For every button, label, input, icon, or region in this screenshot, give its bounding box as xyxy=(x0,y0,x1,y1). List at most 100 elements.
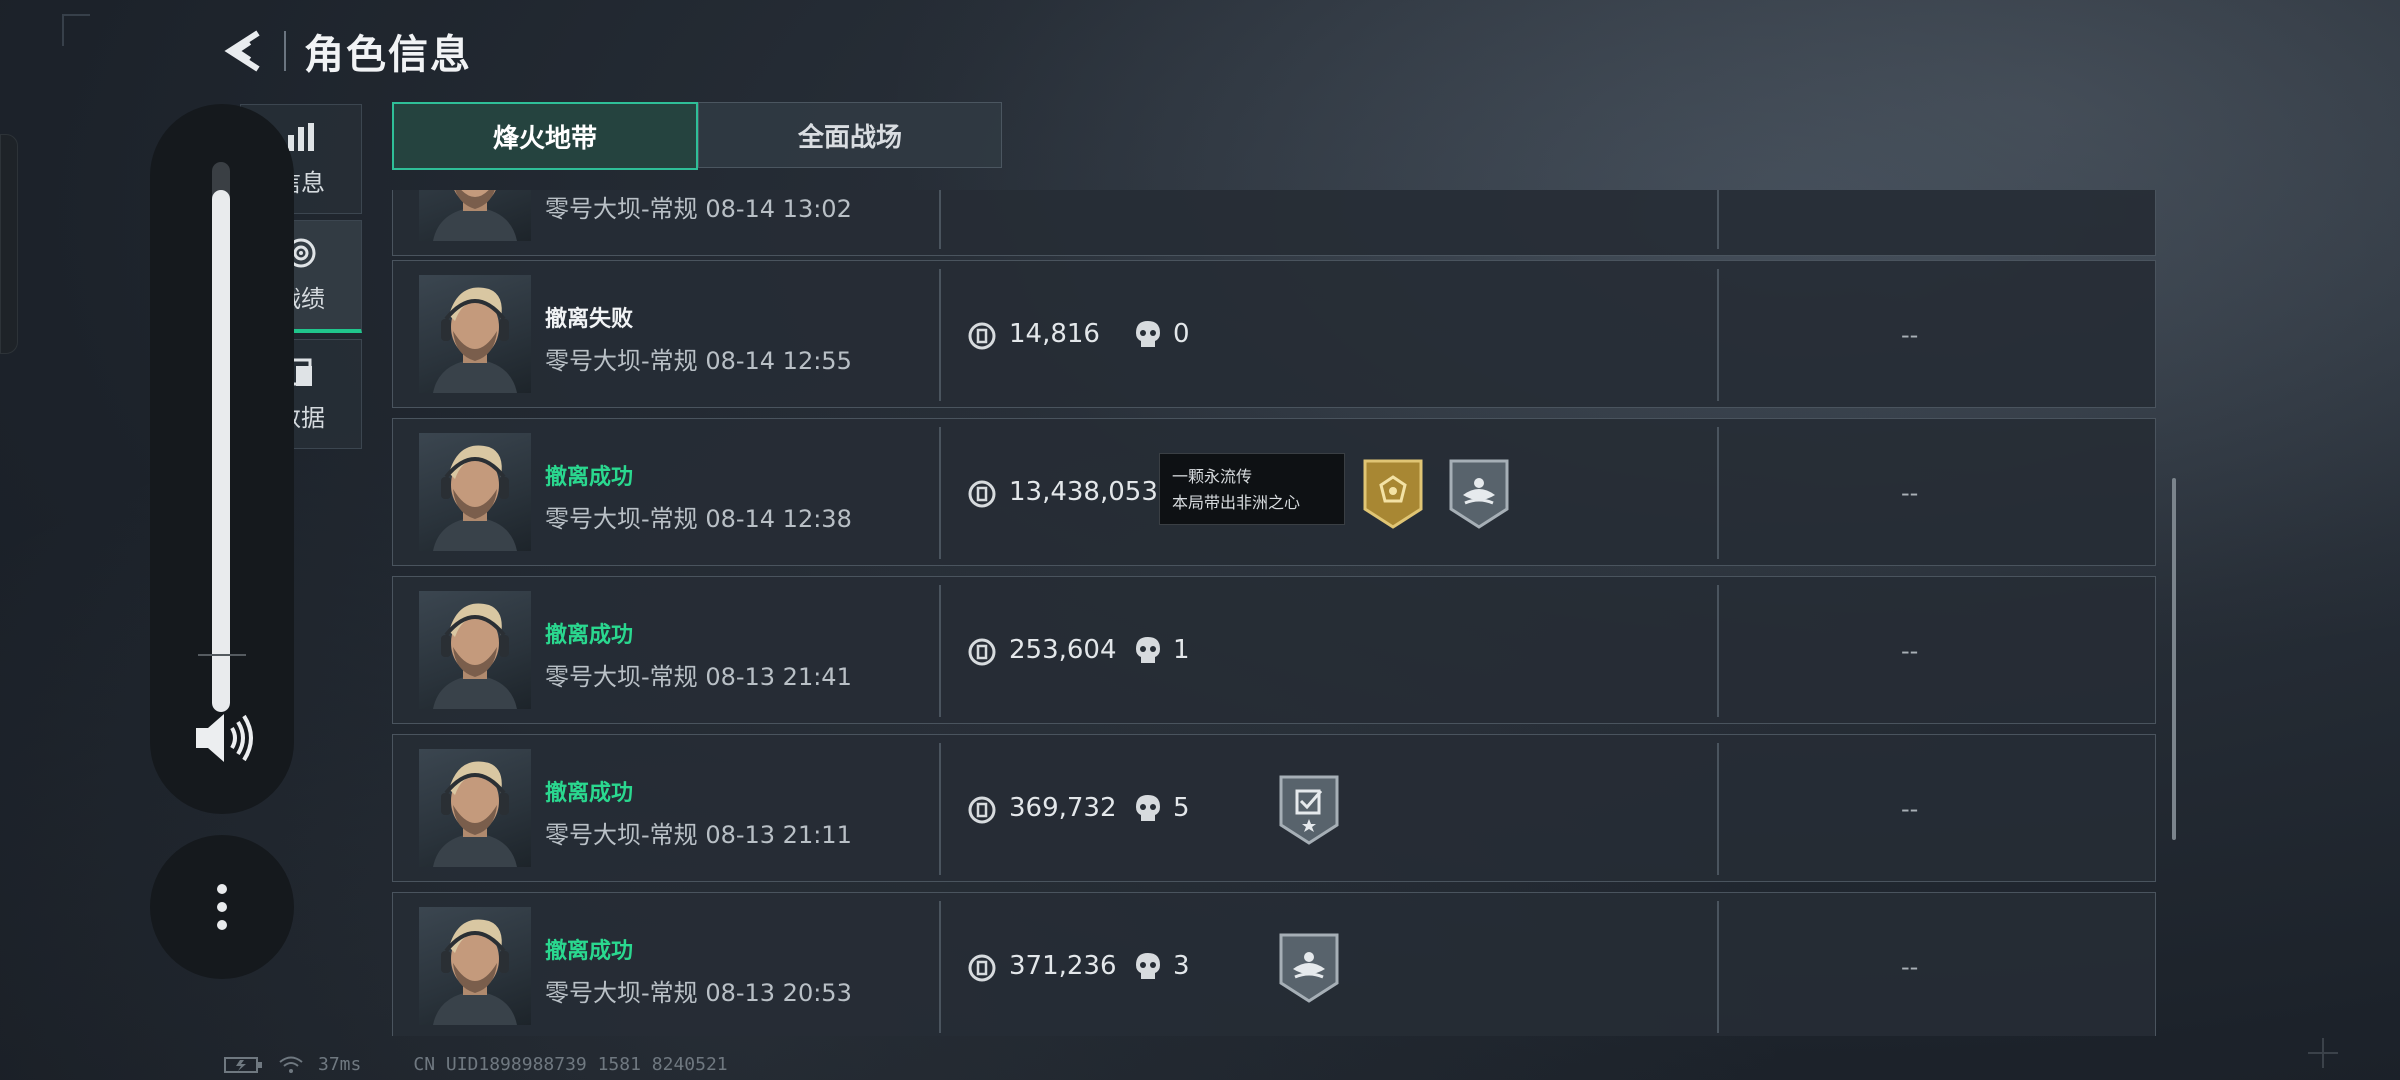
dot-icon xyxy=(217,920,227,930)
column-divider xyxy=(939,585,941,717)
result-placeholder: -- xyxy=(1901,953,1919,981)
column-divider xyxy=(939,190,941,249)
status-footer: 37ms CN UID1898988739 1581 8240521 xyxy=(224,1054,728,1075)
page-header: 角色信息 xyxy=(222,22,472,80)
avatar xyxy=(419,190,531,241)
ping-text: 37ms xyxy=(318,1054,362,1075)
coin-icon xyxy=(968,322,996,350)
operator-portrait-icon xyxy=(433,287,517,393)
speaker-icon[interactable] xyxy=(186,702,258,774)
volume-divider xyxy=(198,654,246,656)
silver-rescue-badge-icon[interactable] xyxy=(1447,457,1511,531)
map-and-time: 零号大坝-常规 08-13 21:11 xyxy=(545,815,852,850)
extract-status: 撤离失败 xyxy=(545,307,634,332)
result-placeholder: -- xyxy=(1901,795,1919,823)
operator-portrait-icon xyxy=(433,603,517,709)
operator-portrait-icon xyxy=(433,445,517,551)
map-name: 零号大坝-常规 xyxy=(545,979,698,1007)
extract-status: 撤离成功 xyxy=(545,623,634,648)
record-row[interactable]: 撤离失败 零号大坝-常规 08-14 12:55 14,816 0 -- xyxy=(392,260,2156,408)
plus-icon xyxy=(2308,1038,2338,1068)
operator-portrait-icon xyxy=(433,919,517,1025)
tab-beacon-zone[interactable]: 烽火地带 xyxy=(392,102,698,170)
value-amount: 369,732 xyxy=(1009,793,1117,823)
match-time: 08-14 13:02 xyxy=(705,195,852,223)
silver-task-badge-icon[interactable] xyxy=(1277,773,1341,847)
edge-panel-handle[interactable] xyxy=(0,134,18,354)
coin-icon xyxy=(968,480,996,508)
avatar xyxy=(419,591,531,709)
bar-chart-icon xyxy=(288,122,314,151)
match-time: 08-14 12:55 xyxy=(705,347,852,375)
gold-heart-badge-icon[interactable] xyxy=(1361,457,1425,531)
map-and-time: 零号大坝-常规 08-13 21:41 xyxy=(545,657,852,692)
skull-icon xyxy=(1136,321,1160,347)
column-divider xyxy=(1717,269,1719,401)
result-placeholder: -- xyxy=(1901,637,1919,665)
match-time: 08-13 21:41 xyxy=(705,663,852,691)
battery-icon xyxy=(224,1056,262,1073)
avatar xyxy=(419,275,531,393)
map-and-time: 零号大坝-常规 08-14 12:55 xyxy=(545,341,852,376)
value-amount: 13,438,053 xyxy=(1009,477,1158,507)
record-row[interactable]: 撤离成功零号大坝-常规 08-13 21:41 253,604 1 -- xyxy=(392,576,2156,724)
coin-icon xyxy=(968,954,996,982)
dot-icon xyxy=(217,884,227,894)
volume-panel xyxy=(150,104,294,814)
match-time: 08-13 21:11 xyxy=(705,821,852,849)
kill-count: 5 xyxy=(1173,793,1190,823)
column-divider xyxy=(1717,585,1719,717)
more-options-button[interactable] xyxy=(150,835,294,979)
coin-icon xyxy=(968,638,996,666)
column-divider xyxy=(1717,190,1719,249)
kill-count: 1 xyxy=(1173,635,1190,665)
map-name: 零号大坝-常规 xyxy=(545,505,698,533)
operator-portrait-icon xyxy=(433,761,517,867)
column-divider xyxy=(939,743,941,875)
map-name: 零号大坝-常规 xyxy=(545,663,698,691)
extract-status: 撤离成功 xyxy=(545,465,634,490)
volume-slider-fill xyxy=(212,189,230,712)
tab-full-battlefield[interactable]: 全面战场 xyxy=(698,102,1002,168)
skull-icon xyxy=(1136,637,1160,663)
list-scrollbar[interactable] xyxy=(2172,478,2176,840)
record-row[interactable]: 撤离成功零号大坝-常规 08-14 12:38 13,438,053 一颗永流传 本局… xyxy=(392,418,2156,566)
skull-icon xyxy=(1136,795,1160,821)
extract-status: 撤离成功 xyxy=(545,781,634,806)
record-row[interactable]: 零号大坝-常规 08-14 13:02 xyxy=(392,190,2156,256)
column-divider xyxy=(939,901,941,1033)
avatar xyxy=(419,907,531,1025)
extract-status: 撤离成功 xyxy=(545,939,634,964)
page-title: 角色信息 xyxy=(304,32,472,78)
value-amount: 14,816 xyxy=(1009,319,1100,349)
column-divider xyxy=(1717,901,1719,1033)
dot-icon xyxy=(217,902,227,912)
back-arrow-icon xyxy=(224,30,260,72)
corner-decoration xyxy=(62,14,90,46)
result-placeholder: -- xyxy=(1901,479,1919,507)
column-divider xyxy=(939,269,941,401)
silver-rescue-badge-icon[interactable] xyxy=(1277,931,1341,1005)
wifi-icon xyxy=(279,1056,303,1073)
map-name: 零号大坝-常规 xyxy=(545,821,698,849)
back-button[interactable] xyxy=(222,23,266,79)
column-divider xyxy=(1717,427,1719,559)
mode-tab-bar: 烽火地带 全面战场 xyxy=(392,102,1002,170)
column-divider xyxy=(1717,743,1719,875)
column-divider xyxy=(939,427,941,559)
match-time: 08-14 12:38 xyxy=(705,505,852,533)
record-list[interactable]: 零号大坝-常规 08-14 13:02 撤离失败零号大坝-常规 08-14 12:… xyxy=(392,190,2158,1036)
value-amount: 253,604 xyxy=(1009,635,1117,665)
avatar xyxy=(419,433,531,551)
achievement-tooltip: 一颗永流传 本局带出非洲之心 xyxy=(1159,453,1345,525)
avatar xyxy=(419,749,531,867)
tooltip-desc: 本局带出非洲之心 xyxy=(1172,493,1301,512)
header-divider xyxy=(284,31,286,71)
match-time: 08-13 20:53 xyxy=(705,979,852,1007)
record-row[interactable]: 撤离成功 零号大坝-常规 08-13 20:53 371,236 3 -- xyxy=(392,892,2156,1036)
record-row[interactable]: 撤离成功零号大坝-常规 08-13 21:11 369,732 5 -- xyxy=(392,734,2156,882)
map-and-time: 零号大坝-常规 08-14 13:02 xyxy=(545,190,852,224)
map-and-time: 零号大坝-常规 08-13 20:53 xyxy=(545,973,852,1008)
volume-slider[interactable] xyxy=(212,162,230,712)
map-name: 零号大坝-常规 xyxy=(545,347,698,375)
